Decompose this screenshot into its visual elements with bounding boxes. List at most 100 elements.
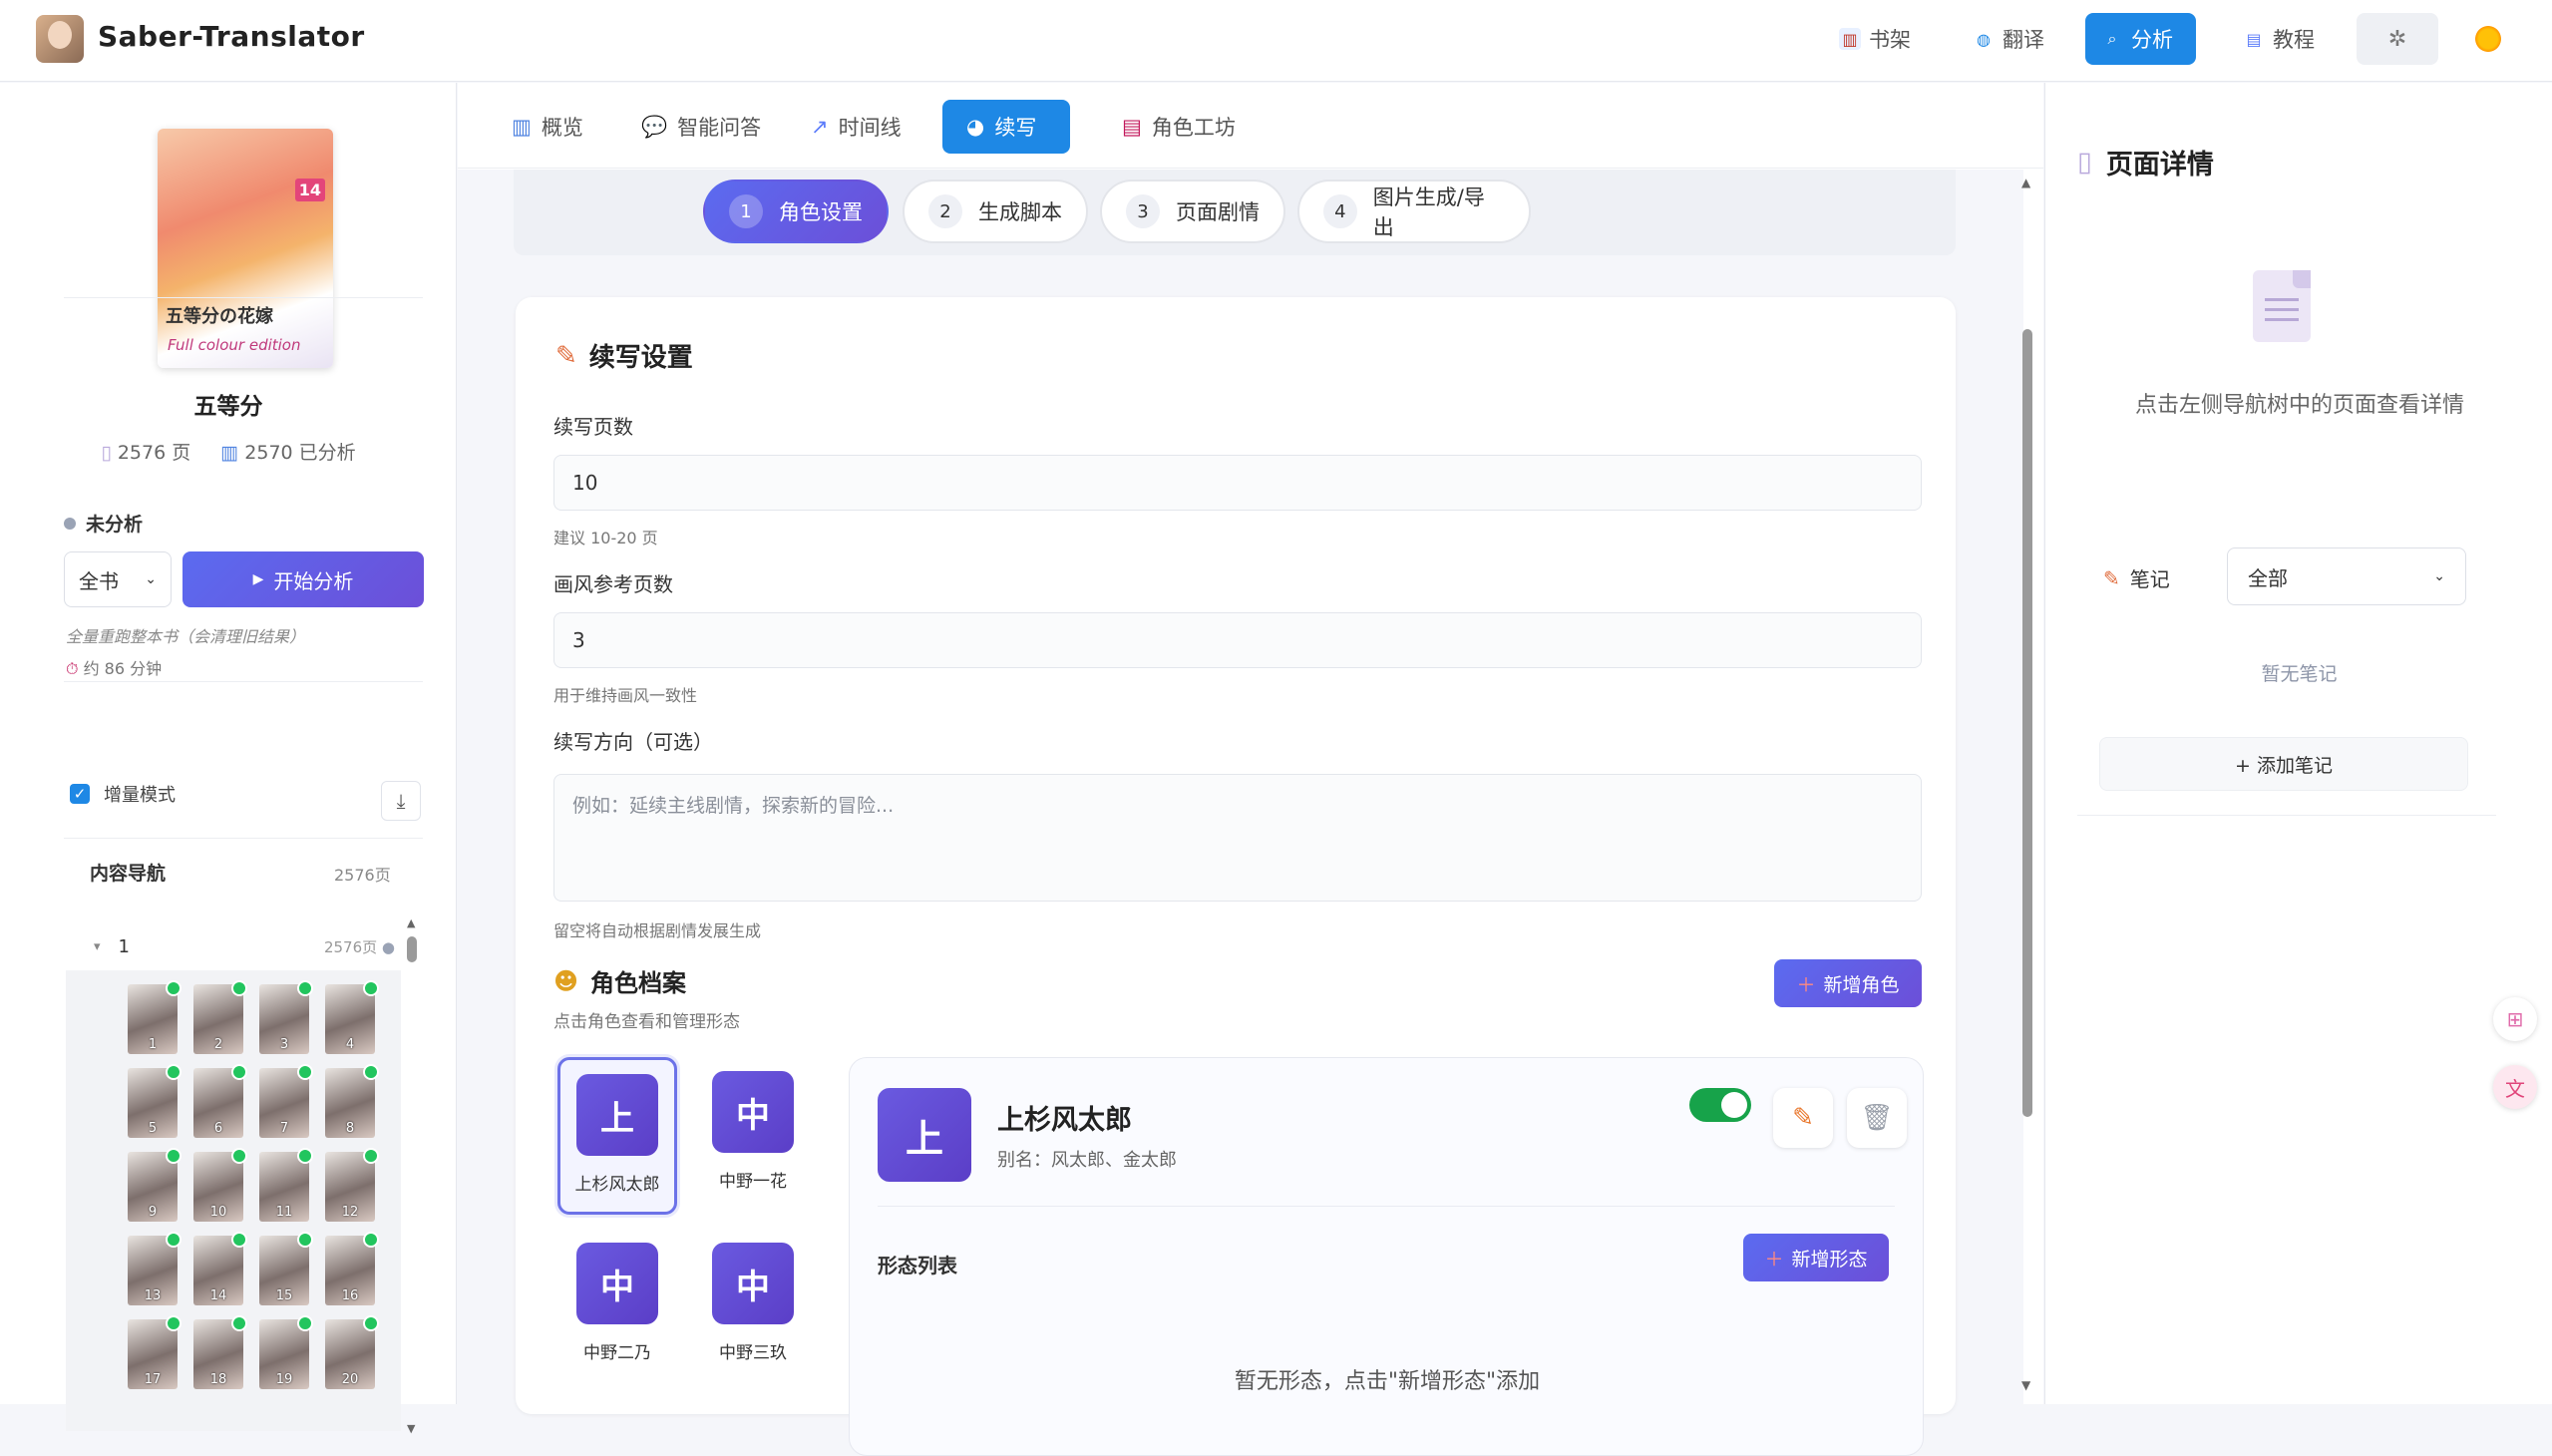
nav-label: 书架 <box>1869 28 1911 52</box>
page-thumbnail[interactable]: 5 <box>128 1064 182 1138</box>
analyzed-dot-icon <box>231 1148 247 1164</box>
notes-filter-select[interactable]: 全部 ⌄ <box>2227 547 2466 605</box>
tree-node[interactable]: ▾ 1 2576页 ● <box>64 926 413 966</box>
grid-plus-float-button[interactable]: ⊞ <box>2493 997 2537 1041</box>
page-thumbnail[interactable]: 15 <box>259 1232 313 1305</box>
chevron-down-icon: ⌄ <box>145 571 157 587</box>
page-thumbnail[interactable]: 19 <box>259 1315 313 1389</box>
panel-title: ▯ 页面详情 <box>2077 147 2214 181</box>
delete-button[interactable]: 🗑 <box>1847 1088 1907 1148</box>
page-thumbnail[interactable]: 12 <box>325 1148 379 1222</box>
settings-button[interactable]: ✲ <box>2357 13 2438 65</box>
nav-tutorial[interactable]: ▤ 教程 <box>2227 13 2331 65</box>
step-4[interactable]: 4 图片生成/导出 <box>1297 180 1531 243</box>
gear-icon: ✲ <box>2387 26 2407 52</box>
page-thumbnail[interactable]: 3 <box>259 980 313 1054</box>
page-thumbnail[interactable]: 8 <box>325 1064 379 1138</box>
analyzed-dot-icon <box>363 1232 379 1248</box>
page-thumbnail[interactable]: 2 <box>193 980 247 1054</box>
character-detail: 上 上杉风太郎 别名：风太郎、金太郎 ✎ 🗑 形态列表 ＋ 新增形态 暂无形态，… <box>849 1057 1924 1456</box>
add-form-button[interactable]: ＋ 新增形态 <box>1743 1234 1889 1281</box>
pages-hint: 建议 10-20 页 <box>553 529 658 547</box>
nav-bookshelf[interactable]: ▥ 书架 <box>1823 13 1927 65</box>
character-name: 中野一花 <box>719 1172 787 1192</box>
tab-timeline[interactable]: ↗ 时间线 <box>787 100 925 154</box>
direction-textarea[interactable]: 例如：延续主线剧情，探索新的冒险... <box>553 774 1922 902</box>
divider <box>64 838 423 839</box>
page-thumbnail-grid: 1 2 3 4 5 6 7 8 9 10 11 12 13 14 15 16 17 18 19 20 <box>66 970 401 1431</box>
translate-float-button[interactable]: 文 <box>2493 1065 2537 1109</box>
character-card[interactable]: 中 中野三玖 <box>693 1229 813 1386</box>
analyzed-dot-icon <box>166 1315 182 1331</box>
page-thumbnail[interactable]: 10 <box>193 1148 247 1222</box>
page-thumbnail[interactable]: 4 <box>325 980 379 1054</box>
page-thumbnail[interactable]: 13 <box>128 1232 182 1305</box>
timer-icon: ⏱ <box>66 659 79 678</box>
page-thumbnail[interactable]: 9 <box>128 1148 182 1222</box>
pencil-icon: ✎ <box>1792 1103 1814 1133</box>
tab-continue[interactable]: ◕ 续写 <box>942 100 1070 154</box>
divider <box>878 1206 1895 1207</box>
nav-translate[interactable]: ◍ 翻译 <box>1957 13 2060 65</box>
add-character-button[interactable]: ＋ 新增角色 <box>1774 959 1922 1007</box>
page-number: 3 <box>279 1037 289 1052</box>
nav-analysis[interactable]: ⌕ 分析 <box>2085 13 2196 65</box>
caret-down-icon: ▾ <box>94 938 101 954</box>
continue-content: 1 角色设置 2 生成脚本 3 页面剧情 4 图片生成/导出 ✎ 续写设置 续写… <box>458 170 2023 1456</box>
ref-pages-label: 画风参考页数 <box>553 572 673 596</box>
page-thumbnail[interactable]: 14 <box>193 1232 247 1305</box>
avatar: 中 <box>712 1071 794 1153</box>
page-thumbnail[interactable]: 20 <box>325 1315 379 1389</box>
analyzed-dot-icon <box>363 1064 379 1080</box>
download-button[interactable]: ⤓ <box>381 781 421 821</box>
analysis-status: 未分析 <box>64 510 143 537</box>
section-title: ✎ 续写设置 <box>555 340 693 374</box>
books-icon: ▥ <box>1839 28 1861 50</box>
character-name: 上杉风太郎 <box>574 1175 660 1195</box>
scope-select[interactable]: 全书 ⌄ <box>64 551 172 607</box>
analyzed-dot-icon <box>297 980 313 996</box>
tab-overview[interactable]: ▥ 概览 <box>488 100 607 154</box>
tab-character-workshop[interactable]: ▤ 角色工坊 <box>1098 100 1260 154</box>
page-number: 13 <box>144 1288 162 1303</box>
page-thumbnail[interactable]: 1 <box>128 980 182 1054</box>
theater-masks-icon: ☻ <box>553 966 579 995</box>
page-thumbnail[interactable]: 11 <box>259 1148 313 1222</box>
character-enabled-toggle[interactable] <box>1689 1088 1751 1122</box>
analyzed-dot-icon <box>297 1232 313 1248</box>
step-1[interactable]: 1 角色设置 <box>703 180 889 243</box>
analyzed-dot-icon <box>166 1232 182 1248</box>
incremental-mode-checkbox[interactable]: ✓ 增量模式 <box>70 781 176 807</box>
direction-hint: 留空将自动根据剧情发展生成 <box>553 921 762 940</box>
edit-button[interactable]: ✎ <box>1773 1088 1833 1148</box>
notes-label: ✎ 笔记 <box>2103 565 2170 592</box>
step-2[interactable]: 2 生成脚本 <box>903 180 1088 243</box>
character-card[interactable]: 中 中野一花 <box>693 1057 813 1215</box>
start-analysis-button[interactable]: ▶ 开始分析 <box>182 551 424 607</box>
analyzed-dot-icon <box>297 1148 313 1164</box>
document-icon <box>2253 270 2311 342</box>
top-bar: Saber-Translator ▥ 书架 ◍ 翻译 ⌕ 分析 ▤ 教程 ✲ <box>0 0 2552 82</box>
add-note-button[interactable]: + 添加笔记 <box>2099 737 2468 791</box>
nav-label: 教程 <box>2273 28 2315 52</box>
page-thumbnail[interactable]: 7 <box>259 1064 313 1138</box>
memo-icon: ✎ <box>2103 565 2120 590</box>
step-3[interactable]: 3 页面剧情 <box>1100 180 1285 243</box>
page-thumbnail[interactable]: 6 <box>193 1064 247 1138</box>
tab-qa[interactable]: 💬 智能问答 <box>617 100 785 154</box>
page-detail-panel: ▯ 页面详情 点击左侧导航树中的页面查看详情 ✎ 笔记 全部 ⌄ 暂无笔记 + … <box>2044 83 2552 1404</box>
app-title: Saber-Translator <box>98 20 365 53</box>
analyzed-dot-icon <box>231 1315 247 1331</box>
main-scrollbar[interactable]: ▲ ▼ <box>2019 170 2035 1396</box>
analysis-eta: ⏱ 约 86 分钟 <box>66 659 163 678</box>
ref-pages-input[interactable]: 3 <box>553 612 1922 668</box>
character-card[interactable]: 上 上杉风太郎 <box>557 1057 677 1215</box>
scrollbar[interactable]: ▲ ▼ <box>405 916 419 1435</box>
pages-input[interactable]: 10 <box>553 455 1922 511</box>
page-thumbnail[interactable]: 17 <box>128 1315 182 1389</box>
page-thumbnail[interactable]: 18 <box>193 1315 247 1389</box>
page-thumbnail[interactable]: 16 <box>325 1232 379 1305</box>
page-number: 10 <box>209 1205 227 1220</box>
theme-toggle-sun-icon[interactable] <box>2473 24 2503 54</box>
character-card[interactable]: 中 中野二乃 <box>557 1229 677 1386</box>
